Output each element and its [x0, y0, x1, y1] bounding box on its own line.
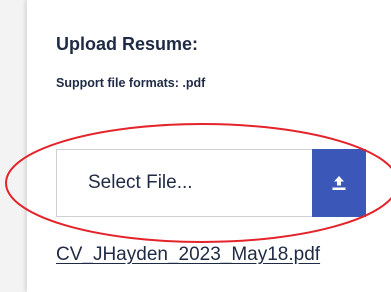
select-file-label: Select File... — [88, 172, 193, 193]
file-picker[interactable]: Select File... — [56, 149, 366, 217]
upload-icon — [332, 176, 346, 190]
select-file-field[interactable]: Select File... — [56, 149, 312, 217]
uploaded-file-link[interactable]: CV_JHayden_2023_May18.pdf — [56, 244, 320, 266]
supported-formats-text: Support file formats: .pdf — [56, 76, 206, 90]
upload-button[interactable] — [312, 149, 366, 217]
upload-title: Upload Resume: — [56, 34, 199, 54]
